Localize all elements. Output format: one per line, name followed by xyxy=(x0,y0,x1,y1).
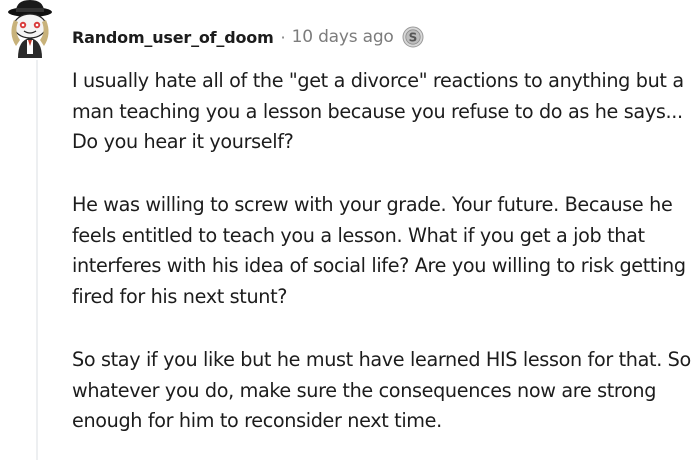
comment-thread-line[interactable] xyxy=(36,60,38,460)
svg-text:S: S xyxy=(408,31,417,45)
comment-paragraph: So stay if you like but he must have lea… xyxy=(72,348,691,432)
comment-paragraph: He was willing to screw with your grade.… xyxy=(72,193,686,308)
silver-award-icon[interactable]: S xyxy=(402,26,424,48)
comment-author[interactable]: Random_user_of_doom xyxy=(72,28,274,47)
meta-separator: · xyxy=(280,27,286,47)
avatar[interactable] xyxy=(2,0,58,60)
comment-timestamp[interactable]: 10 days ago xyxy=(292,27,394,47)
comment-paragraph: I usually hate all of the "get a divorce… xyxy=(72,69,684,153)
snoo-avatar-icon xyxy=(8,0,52,58)
comment-header: Random_user_of_doom · 10 days ago S xyxy=(72,24,424,50)
